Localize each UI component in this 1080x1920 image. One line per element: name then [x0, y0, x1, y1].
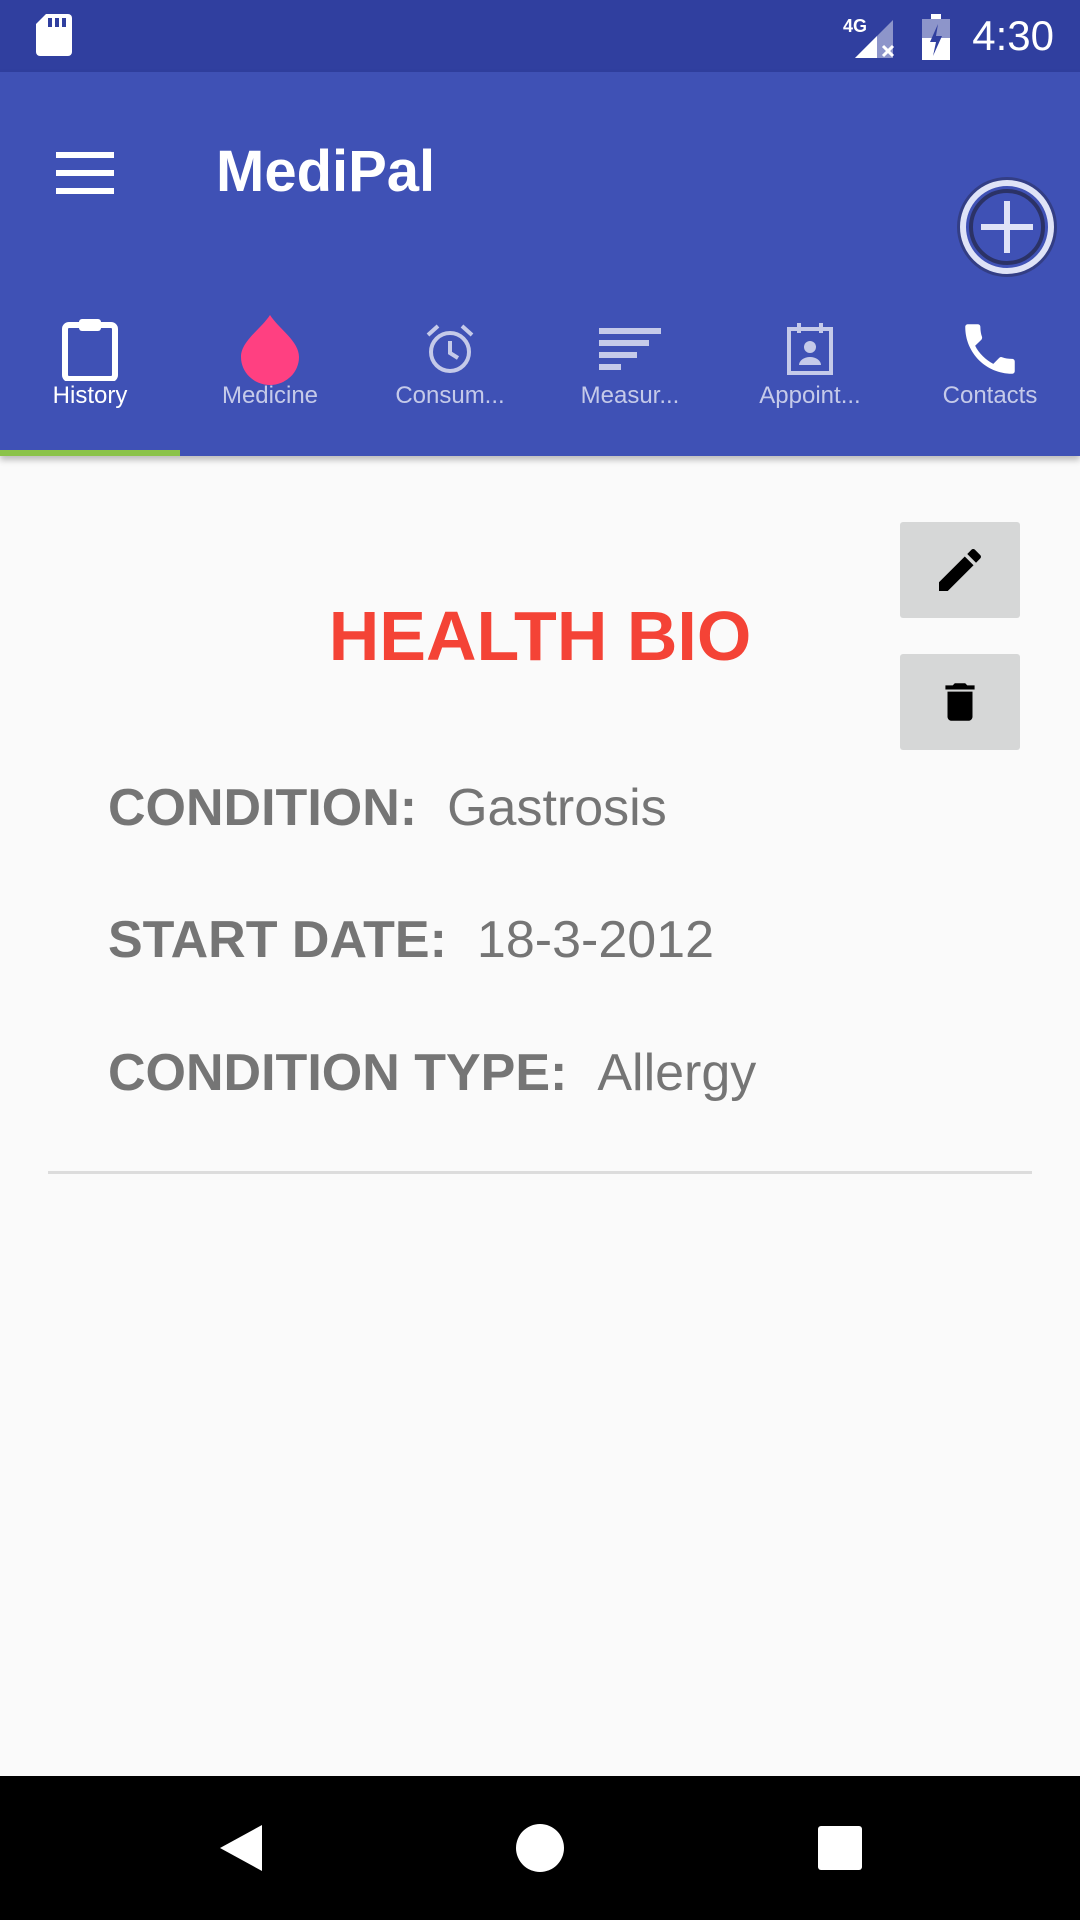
divider — [48, 1171, 1032, 1174]
tab-contacts[interactable]: Contacts — [900, 272, 1080, 456]
tab-measurement[interactable]: Measur... — [540, 272, 720, 456]
hamburger-menu-icon — [56, 152, 114, 194]
app-title: MediPal — [216, 139, 436, 204]
start-date-row: START DATE: 18-3-2012 — [108, 908, 714, 972]
recents-button[interactable] — [804, 1812, 876, 1884]
calendar-contact-icon — [787, 323, 833, 375]
signal-icon: 4G — [843, 16, 895, 58]
tab-consumption[interactable]: Consum... — [360, 272, 540, 456]
condition-value: Gastrosis — [447, 779, 667, 837]
status-clock: 4:30 — [972, 12, 1054, 59]
tab-medicine[interactable]: Medicine — [180, 272, 360, 456]
tab-label: History — [52, 382, 128, 409]
add-circle-icon — [957, 177, 1057, 277]
tab-label: Appoint... — [759, 382, 861, 409]
back-icon — [220, 1825, 262, 1871]
trash-icon — [945, 683, 975, 721]
back-button[interactable] — [205, 1812, 277, 1884]
alarm-clock-icon — [426, 324, 474, 373]
tab-history[interactable]: History — [0, 272, 180, 456]
start-date-value: 18-3-2012 — [476, 911, 714, 969]
tab-bar: History Medicine Consum... Measur... App… — [0, 272, 1080, 456]
tab-label: Contacts — [942, 382, 1038, 409]
condition-type-row: CONDITION TYPE: Allergy — [108, 1041, 756, 1105]
status-bar: 4G 4:30 — [0, 0, 1080, 72]
phone-icon — [965, 324, 1015, 374]
tab-appointment[interactable]: Appoint... — [720, 272, 900, 456]
clipboard-icon — [62, 319, 118, 381]
pencil-icon — [939, 548, 981, 591]
condition-type-label: CONDITION TYPE: — [108, 1044, 568, 1102]
condition-label: CONDITION: — [108, 779, 418, 837]
tab-label: Medicine — [221, 382, 319, 409]
start-date-label: START DATE: — [108, 911, 447, 969]
system-nav-bar — [0, 1776, 1080, 1920]
sd-card-icon — [36, 14, 72, 56]
add-button[interactable] — [955, 175, 1059, 279]
health-bio-title: HEALTH BIO — [328, 597, 752, 675]
condition-row: CONDITION: Gastrosis — [108, 776, 667, 840]
drop-icon — [241, 315, 299, 385]
home-icon — [516, 1824, 564, 1872]
health-bio-panel: HEALTH BIO CONDITION: Gastrosis START DAT… — [0, 456, 1080, 1776]
tab-label: Consum... — [395, 382, 505, 409]
condition-type-value: Allergy — [597, 1044, 757, 1102]
network-label: 4G — [843, 16, 867, 36]
home-button[interactable] — [504, 1812, 576, 1884]
menu-button[interactable] — [40, 128, 130, 218]
tab-label: Measur... — [580, 382, 680, 409]
recents-icon — [818, 1826, 862, 1870]
app-bar: MediPal History Medicine Consum... Measu… — [0, 72, 1080, 456]
battery-icon — [922, 14, 950, 60]
sort-lines-icon — [599, 328, 661, 370]
